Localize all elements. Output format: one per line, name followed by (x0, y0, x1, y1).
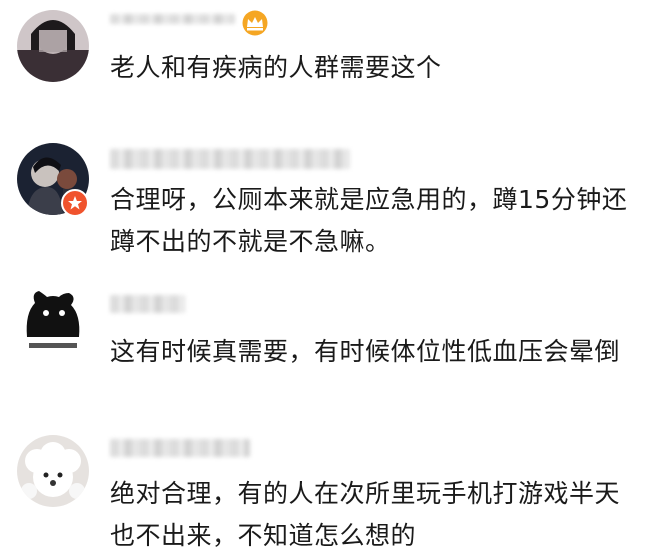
username-blurred[interactable] (110, 439, 250, 457)
comment-item: 老人和有疾病的人群需要这个 (0, 0, 657, 110)
avatar[interactable] (17, 435, 89, 507)
username-blurred[interactable] (110, 14, 235, 24)
comment-text: 合理呀，公厕本来就是应急用的，蹲15分钟还蹲不出的不就是不急嘛。 (110, 185, 628, 256)
comment-text: 这有时候真需要，有时候体位性低血压会晕倒 (110, 337, 621, 366)
username-blurred[interactable] (110, 149, 350, 169)
avatar[interactable] (17, 285, 89, 357)
verified-icon (61, 189, 89, 217)
comment-item: 绝对合理，有的人在次所里玩手机打游戏半天也不出来，不知道怎么想的 (0, 425, 657, 553)
crown-icon (241, 10, 269, 40)
comment-item: 合理呀，公厕本来就是应急用的，蹲15分钟还蹲不出的不就是不急嘛。 (0, 135, 657, 275)
comment-text: 绝对合理，有的人在次所里玩手机打游戏半天也不出来，不知道怎么想的 (110, 479, 621, 550)
comment-item: 这有时候真需要，有时候体位性低血压会晕倒 (0, 285, 657, 420)
avatar[interactable] (17, 10, 89, 82)
username-blurred[interactable] (110, 295, 185, 313)
comment-text: 老人和有疾病的人群需要这个 (110, 53, 442, 82)
